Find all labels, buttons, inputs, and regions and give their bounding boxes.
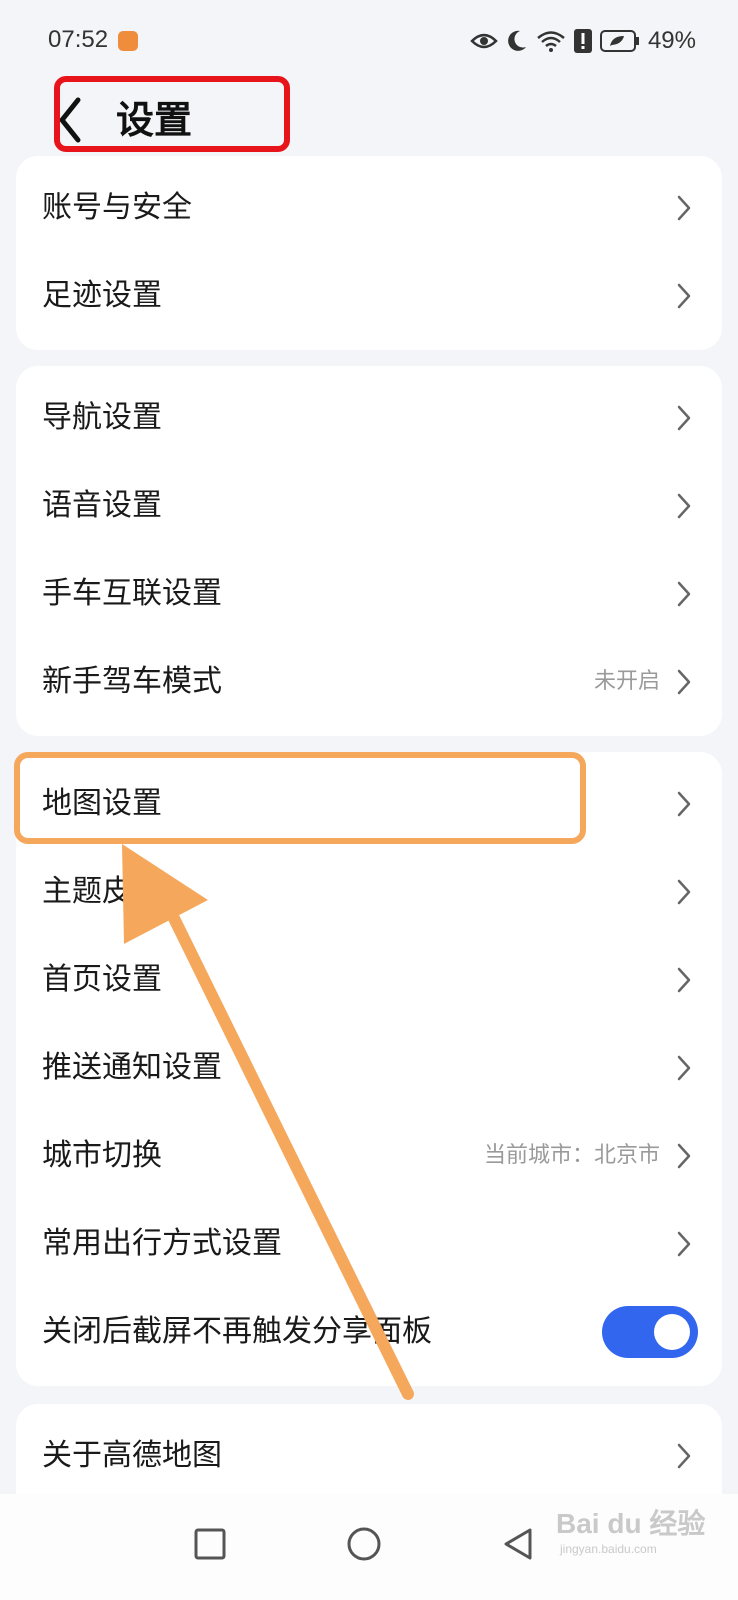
settings-row-car-connect[interactable]: 手车互联设置	[16, 550, 722, 638]
watermark-text: Bai du 经验	[556, 1508, 706, 1539]
row-label: 主题皮肤	[42, 874, 162, 909]
row-label: 手车互联设置	[42, 576, 222, 611]
chevron-right-icon	[677, 1231, 691, 1257]
map-card: 地图设置 主题皮肤 首页设置 推送通知设置 城市切换 当前城市：北京市 常用出行…	[16, 752, 722, 1386]
triangle-back-icon[interactable]	[498, 1524, 538, 1564]
account-card: 账号与安全 足迹设置	[16, 156, 722, 350]
settings-row-navigation[interactable]: 导航设置	[16, 374, 722, 462]
status-icons: 49%	[470, 24, 696, 58]
battery-percentage: 49%	[647, 27, 696, 54]
settings-row-account-security[interactable]: 账号与安全	[16, 164, 722, 252]
moon-icon	[508, 30, 526, 51]
chevron-right-icon	[677, 283, 691, 309]
battery-icon	[599, 30, 639, 52]
settings-row-city[interactable]: 城市切换 当前城市：北京市	[16, 1112, 722, 1200]
chevron-right-icon	[677, 1055, 691, 1081]
row-label: 推送通知设置	[42, 1050, 222, 1085]
row-label: 导航设置	[42, 400, 162, 435]
settings-row-novice-mode[interactable]: 新手驾车模式 未开启	[16, 638, 722, 726]
chevron-right-icon	[677, 879, 691, 905]
watermark-sub: jingyan.baidu.com	[560, 1542, 657, 1556]
row-label: 城市切换	[42, 1138, 162, 1173]
row-label: 语音设置	[42, 488, 162, 523]
settings-row-footprint[interactable]: 足迹设置	[16, 252, 722, 340]
navigation-card: 导航设置 语音设置 手车互联设置 新手驾车模式 未开启	[16, 366, 722, 736]
row-label: 新手驾车模式	[42, 664, 222, 699]
chevron-right-icon	[677, 581, 691, 607]
chevron-right-icon	[677, 195, 691, 221]
chevron-right-icon	[677, 791, 691, 817]
chevron-right-icon	[677, 669, 691, 695]
chevron-right-icon	[677, 1443, 691, 1469]
settings-row-home[interactable]: 首页设置	[16, 936, 722, 1024]
row-label: 常用出行方式设置	[42, 1226, 282, 1261]
chevron-right-icon	[677, 967, 691, 993]
map-settings-highlight-annotation	[14, 752, 586, 844]
row-label: 首页设置	[42, 962, 162, 997]
settings-row-push[interactable]: 推送通知设置	[16, 1024, 722, 1112]
row-label: 关闭后截屏不再触发分享面板	[42, 1314, 432, 1349]
row-label: 关于高德地图	[42, 1438, 222, 1473]
status-time: 07:52	[48, 26, 109, 53]
chevron-right-icon	[677, 405, 691, 431]
settings-row-theme[interactable]: 主题皮肤	[16, 848, 722, 936]
chevron-right-icon	[677, 1143, 691, 1169]
row-label: 账号与安全	[42, 190, 192, 225]
row-value: 当前城市：北京市	[483, 1143, 660, 1168]
baidu-watermark: Bai du 经验 jingyan.baidu.com	[556, 1502, 716, 1572]
settings-row-screenshot-share: 关闭后截屏不再触发分享面板	[16, 1288, 722, 1376]
status-bar: 07:52 49%	[0, 0, 738, 82]
title-highlight-annotation	[54, 76, 290, 152]
wifi-icon	[537, 31, 565, 52]
settings-row-voice[interactable]: 语音设置	[16, 462, 722, 550]
settings-row-travel-mode[interactable]: 常用出行方式设置	[16, 1200, 722, 1288]
row-value: 未开启	[593, 669, 660, 694]
alert-icon	[573, 29, 592, 53]
app-badge-icon	[118, 31, 138, 51]
toggle-knob	[654, 1314, 690, 1350]
circle-icon[interactable]	[344, 1524, 384, 1564]
settings-row-about[interactable]: 关于高德地图	[16, 1412, 722, 1500]
screenshot-share-toggle[interactable]	[602, 1306, 698, 1358]
row-label: 足迹设置	[42, 278, 162, 313]
eye-icon	[470, 33, 498, 49]
square-icon[interactable]	[190, 1524, 230, 1564]
chevron-right-icon	[677, 493, 691, 519]
